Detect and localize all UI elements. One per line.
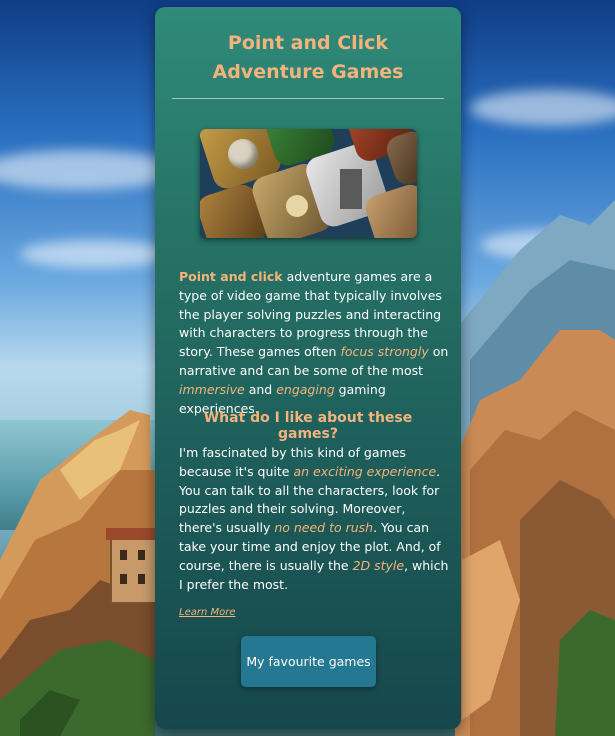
body-paragraph: I'm fascinated by this kind of games bec… <box>179 444 449 594</box>
highlight-immersive: immersive <box>179 381 245 397</box>
page-title: Point and Click Adventure Games <box>212 32 404 83</box>
highlight-2d-style: 2D style <box>352 557 405 573</box>
my-favourite-games-button[interactable]: My favourite games <box>241 636 376 687</box>
learn-more-link[interactable]: Learn More <box>179 607 236 618</box>
highlight-rush: no need to rush <box>274 520 374 536</box>
section-heading: What do I like about these games? <box>203 410 413 442</box>
intro-text-3: and <box>244 381 277 397</box>
highlight-engaging: engaging <box>276 381 335 397</box>
intro-lead: Point and click <box>179 269 283 284</box>
highlight-exciting: an exciting experience <box>293 463 437 479</box>
intro-paragraph: Point and click adventure games are a ty… <box>179 268 449 418</box>
highlight-focus: focus strongly <box>340 344 429 360</box>
title-divider <box>172 98 444 99</box>
info-card: Point and Click Adventure Games Point an… <box>155 7 461 729</box>
adventure-game-icons-image <box>200 129 417 238</box>
